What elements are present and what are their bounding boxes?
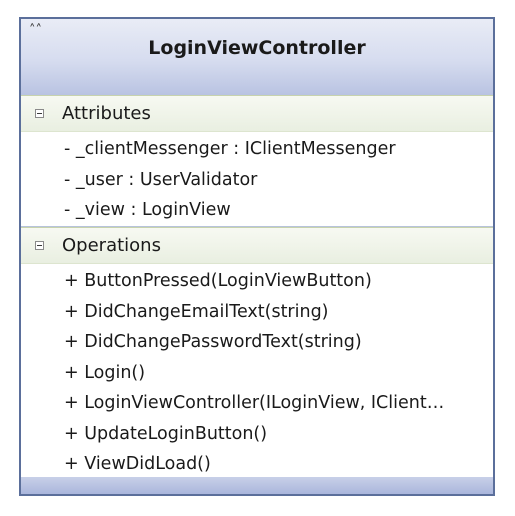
operation-item[interactable]: + Login() xyxy=(21,358,493,389)
operation-item[interactable]: + ViewDidLoad() xyxy=(21,449,493,480)
collapse-chevron-icon[interactable]: ˄˄ xyxy=(29,24,42,37)
operations-compartment-header[interactable]: Operations xyxy=(21,227,493,264)
attributes-compartment-header[interactable]: Attributes xyxy=(21,95,493,132)
operation-item[interactable]: + LoginViewController(ILoginView, IClien… xyxy=(21,388,493,419)
collapse-attributes-icon[interactable] xyxy=(35,109,44,118)
attribute-item[interactable]: - _user : UserValidator xyxy=(21,165,493,196)
class-footer xyxy=(21,477,493,494)
operation-item[interactable]: + UpdateLoginButton() xyxy=(21,419,493,450)
operation-item[interactable]: + ButtonPressed(LoginViewButton) xyxy=(21,266,493,297)
operation-item[interactable]: + DidChangePasswordText(string) xyxy=(21,327,493,358)
attribute-item[interactable]: - _view : LoginView xyxy=(21,195,493,226)
attributes-label: Attributes xyxy=(62,103,151,124)
uml-class-box[interactable]: ˄˄ LoginViewController Attributes - _cli… xyxy=(19,17,495,496)
operations-label: Operations xyxy=(62,235,161,256)
class-name: LoginViewController xyxy=(148,37,366,59)
operation-item[interactable]: + DidChangeEmailText(string) xyxy=(21,297,493,328)
class-header: ˄˄ LoginViewController xyxy=(21,19,493,95)
attribute-item[interactable]: - _clientMessenger : IClientMessenger xyxy=(21,134,493,165)
collapse-operations-icon[interactable] xyxy=(35,241,44,250)
attributes-list: - _clientMessenger : IClientMessenger - … xyxy=(21,134,493,226)
operations-list: + ButtonPressed(LoginViewButton) + DidCh… xyxy=(21,266,493,480)
